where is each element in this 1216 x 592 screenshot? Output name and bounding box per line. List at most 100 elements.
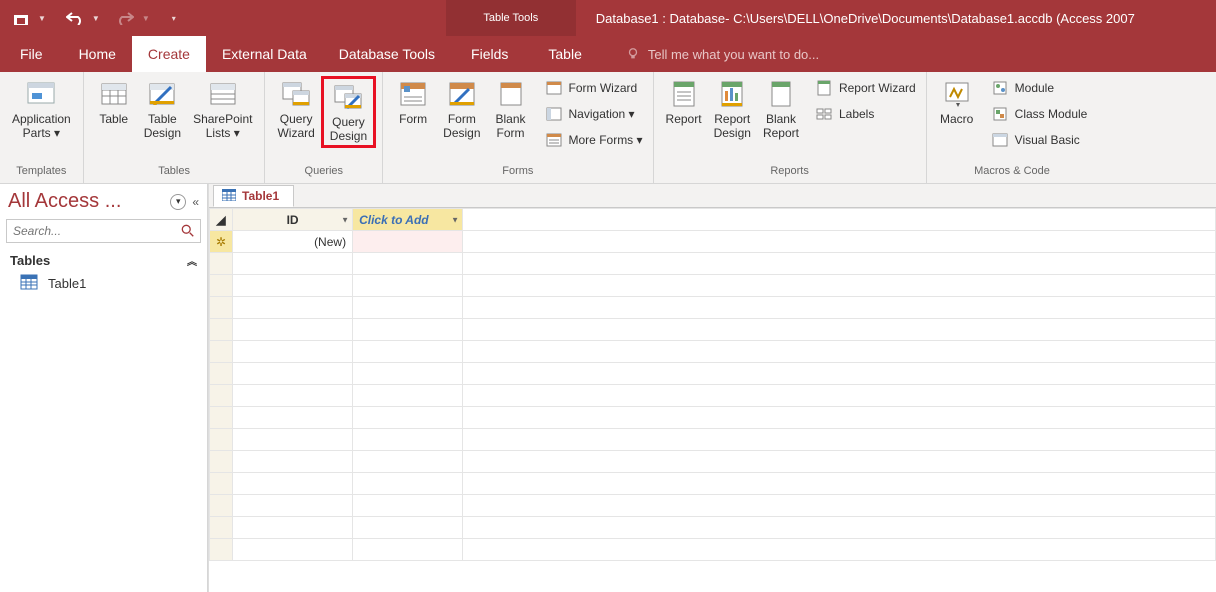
labels-icon [815,105,833,123]
document-tab-table1[interactable]: Table1 [213,185,294,207]
tab-external-data[interactable]: External Data [206,36,323,72]
more-forms-button[interactable]: More Forms ▾ [541,128,647,152]
form-icon [397,78,429,110]
undo-icon[interactable] [64,7,86,29]
tab-database-tools[interactable]: Database Tools [323,36,451,72]
redo-dropdown-icon[interactable]: ▼ [142,14,150,23]
blank-report-icon [765,78,797,110]
lightbulb-icon [626,47,640,61]
more-forms-icon [545,131,563,149]
row-selector[interactable] [210,407,233,429]
nav-title: All Access ... [8,190,170,213]
table-button[interactable]: Table [90,76,138,128]
row-selector[interactable] [210,341,233,363]
row-selector[interactable] [210,297,233,319]
undo-dropdown-icon[interactable]: ▼ [92,14,100,23]
report-design-icon [716,78,748,110]
module-button[interactable]: Module [987,76,1092,100]
collapse-group-icon[interactable]: ︽ [187,253,197,268]
select-all-cell[interactable]: ◢ [210,209,233,231]
titlebar: ▼ ▼ ▼ ▾ Table Tools Database1 : Database… [0,0,1216,36]
group-tables: Table Table Design SharePoint Lists ▾ Ta… [84,72,266,183]
datasheet-grid[interactable]: ◢ ID▼ Click to Add▼ ✲ (New) [209,208,1216,592]
save-icon[interactable] [10,7,32,29]
column-header-add[interactable]: Click to Add▼ [353,209,463,231]
new-record-selector[interactable]: ✲ [210,231,233,253]
ribbon: Application Parts ▾ Templates Table Tabl… [0,72,1216,184]
row-selector[interactable] [210,429,233,451]
nav-group-header[interactable]: Tables ︽ [10,253,197,268]
application-parts-button[interactable]: Application Parts ▾ [6,76,77,142]
search-icon[interactable] [176,224,200,238]
tab-file[interactable]: File [0,36,63,72]
row-selector[interactable] [210,495,233,517]
blank-report-button[interactable]: Blank Report [757,76,805,142]
cell-id-new[interactable]: (New) [233,231,353,253]
row-selector[interactable] [210,517,233,539]
document-tab-label: Table1 [242,189,279,203]
tab-fields[interactable]: Fields [451,36,528,72]
query-wizard-icon [280,78,312,110]
qat-customize-icon[interactable]: ▾ [172,14,176,23]
row-selector[interactable] [210,253,233,275]
tell-me-search[interactable]: Tell me what you want to do... [602,36,819,72]
nav-collapse-icon[interactable]: « [192,195,199,209]
row-selector[interactable] [210,275,233,297]
form-button[interactable]: Form [389,76,437,128]
form-wizard-button[interactable]: Form Wizard [541,76,647,100]
row-selector[interactable] [210,319,233,341]
visual-basic-button[interactable]: Visual Basic [987,128,1092,152]
row-selector[interactable] [210,473,233,495]
labels-button[interactable]: Labels [811,102,920,126]
tab-table[interactable]: Table [528,36,601,72]
macros-small-buttons: Module Class Module Visual Basic [987,76,1092,152]
navigation-button[interactable]: Navigation ▾ [541,102,647,126]
form-design-button[interactable]: Form Design [437,76,486,142]
class-module-button[interactable]: Class Module [987,102,1092,126]
nav-group-tables: Tables ︽ Table1 [0,247,207,305]
report-button[interactable]: Report [660,76,708,128]
row-selector[interactable] [210,363,233,385]
reports-small-buttons: Report Wizard Labels [811,76,920,126]
document-tabs: Table1 [209,184,1216,208]
tab-home[interactable]: Home [63,36,132,72]
macro-button[interactable]: Macro [933,76,981,128]
nav-item-table1[interactable]: Table1 [10,268,197,299]
nav-search-input[interactable] [7,224,176,238]
navigation-pane-header[interactable]: All Access ... ▾ « [0,184,207,215]
column-dropdown-icon[interactable]: ▼ [451,215,459,224]
row-selector[interactable] [210,451,233,473]
column-header-id[interactable]: ID▼ [233,209,353,231]
redo-icon[interactable] [114,7,136,29]
visual-basic-icon [991,131,1009,149]
report-design-button[interactable]: Report Design [708,76,757,142]
window-title: Database1 : Database- C:\Users\DELL\OneD… [576,0,1216,36]
empty-cell [463,231,1216,253]
row-selector[interactable] [210,385,233,407]
workspace: All Access ... ▾ « Tables ︽ Table1 [0,184,1216,592]
table-icon [98,78,130,110]
blank-form-button[interactable]: Blank Form [487,76,535,142]
group-forms: Form Form Design Blank Form Form Wizard … [383,72,653,183]
application-parts-icon [25,78,57,110]
column-dropdown-icon[interactable]: ▼ [341,215,349,224]
ribbon-tabs: File Home Create External Data Database … [0,36,1216,72]
macro-icon [941,78,973,110]
class-module-icon [991,105,1009,123]
row-selector[interactable] [210,539,233,561]
nav-dropdown-icon[interactable]: ▾ [170,194,186,210]
group-reports: Report Report Design Blank Report Report… [654,72,927,183]
qat-dropdown-icon[interactable]: ▼ [38,14,46,23]
table-design-button[interactable]: Table Design [138,76,187,142]
query-design-icon [332,81,364,113]
sharepoint-lists-button[interactable]: SharePoint Lists ▾ [187,76,258,142]
report-wizard-button[interactable]: Report Wizard [811,76,920,100]
tab-create[interactable]: Create [132,36,206,72]
query-wizard-button[interactable]: Query Wizard [271,76,320,142]
forms-small-buttons: Form Wizard Navigation ▾ More Forms ▾ [541,76,647,152]
form-wizard-icon [545,79,563,97]
form-design-icon [446,78,478,110]
query-design-button[interactable]: Query Design [321,76,376,148]
nav-item-label: Table1 [48,276,86,291]
cell-new-field[interactable] [353,231,463,253]
